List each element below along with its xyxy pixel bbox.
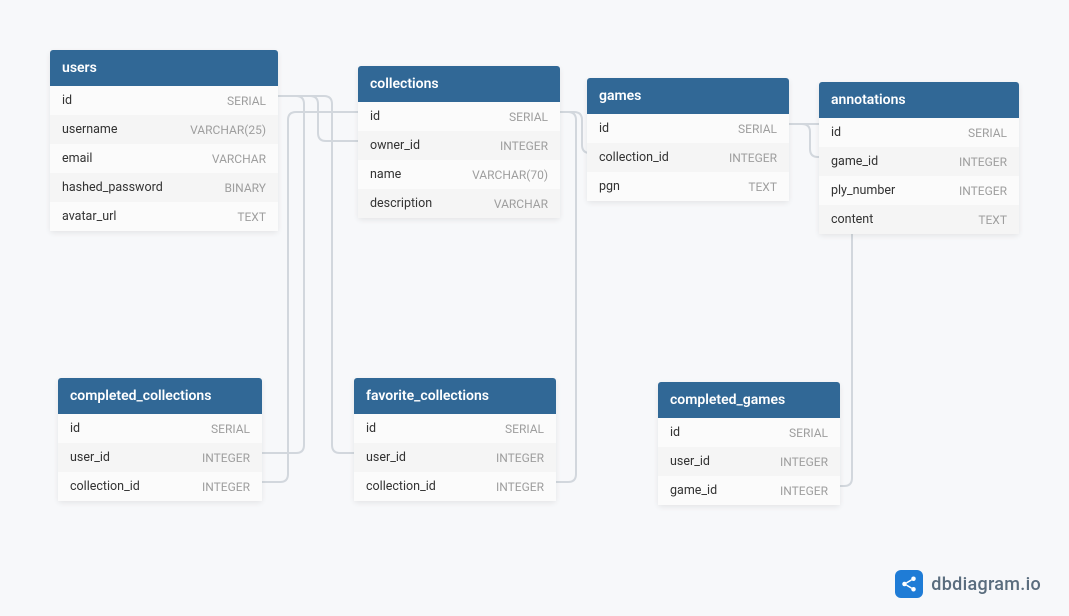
- field-name: id: [670, 425, 680, 440]
- table-row: email VARCHAR: [50, 144, 278, 173]
- field-type: SERIAL: [509, 110, 548, 124]
- field-type: INTEGER: [959, 184, 1007, 198]
- field-name: id: [70, 421, 80, 436]
- field-name: collection_id: [366, 479, 436, 494]
- field-name: pgn: [599, 179, 620, 194]
- field-type: INTEGER: [780, 484, 828, 498]
- table-row: id SERIAL: [354, 414, 556, 443]
- field-type: SERIAL: [968, 126, 1007, 140]
- table-row: id SERIAL: [587, 114, 789, 143]
- field-name: avatar_url: [62, 209, 116, 224]
- table-annotations[interactable]: annotations id SERIAL game_id INTEGER ply_…: [819, 82, 1019, 234]
- field-name: name: [370, 167, 401, 182]
- field-name: owner_id: [370, 138, 420, 153]
- field-type: SERIAL: [211, 422, 250, 436]
- share-icon: [895, 570, 923, 598]
- table-completed-collections-header: completed_collections: [58, 378, 262, 414]
- field-name: game_id: [831, 154, 878, 169]
- field-name: id: [62, 93, 72, 108]
- table-row: id SERIAL: [358, 102, 560, 131]
- table-row: collection_id INTEGER: [354, 472, 556, 501]
- table-users-header: users: [50, 50, 278, 86]
- field-name: user_id: [70, 450, 110, 465]
- field-name: game_id: [670, 483, 717, 498]
- field-name: collection_id: [599, 150, 669, 165]
- field-type: INTEGER: [959, 155, 1007, 169]
- table-completed-games[interactable]: completed_games idSERIAL user_idINTEGER …: [658, 382, 840, 505]
- field-type: SERIAL: [505, 422, 544, 436]
- field-name: content: [831, 212, 873, 227]
- field-name: user_id: [366, 450, 406, 465]
- field-type: INTEGER: [780, 455, 828, 469]
- field-name: ply_number: [831, 183, 895, 198]
- field-type: INTEGER: [496, 480, 544, 494]
- watermark: dbdiagram.io: [895, 570, 1041, 598]
- field-type: INTEGER: [729, 151, 777, 165]
- table-row: user_id INTEGER: [58, 443, 262, 472]
- table-row: avatar_url TEXT: [50, 202, 278, 231]
- field-type: SERIAL: [227, 94, 266, 108]
- field-type: INTEGER: [500, 139, 548, 153]
- field-type: INTEGER: [202, 451, 250, 465]
- table-row: user_id INTEGER: [354, 443, 556, 472]
- field-name: user_id: [670, 454, 710, 469]
- table-row: content TEXT: [819, 205, 1019, 234]
- table-row: game_id INTEGER: [819, 147, 1019, 176]
- table-row: collection_id INTEGER: [587, 143, 789, 172]
- field-type: TEXT: [978, 213, 1007, 227]
- table-row: username VARCHAR(25): [50, 115, 278, 144]
- table-completed-collections[interactable]: completed_collections id SERIAL user_id IN…: [58, 378, 262, 501]
- table-row: hashed_password BINARY: [50, 173, 278, 202]
- table-row: pgn TEXT: [587, 172, 789, 201]
- table-games-header: games: [587, 78, 789, 114]
- table-row: description VARCHAR: [358, 189, 560, 218]
- field-name: email: [62, 151, 92, 166]
- table-favorite-collections[interactable]: favorite_collections id SERIAL user_id INT…: [354, 378, 556, 501]
- table-row: game_id INTEGER: [658, 476, 840, 505]
- watermark-text: dbdiagram.io: [931, 574, 1041, 595]
- field-type: INTEGER: [496, 451, 544, 465]
- field-type: TEXT: [748, 180, 777, 194]
- table-row: id SERIAL: [58, 414, 262, 443]
- table-users[interactable]: users id SERIAL username VARCHAR(25) email…: [50, 50, 278, 231]
- field-name: collection_id: [70, 479, 140, 494]
- field-type: BINARY: [224, 181, 266, 195]
- field-name: description: [370, 196, 432, 211]
- table-row: id SERIAL: [819, 118, 1019, 147]
- field-type: VARCHAR(25): [190, 123, 266, 137]
- table-row: id SERIAL: [658, 418, 840, 447]
- table-completed-games-header: completed_games: [658, 382, 840, 418]
- field-name: username: [62, 122, 118, 137]
- table-collections-header: collections: [358, 66, 560, 102]
- table-row: user_id INTEGER: [658, 447, 840, 476]
- field-type: VARCHAR(70): [472, 168, 548, 182]
- field-name: id: [831, 125, 841, 140]
- field-type: TEXT: [237, 210, 266, 224]
- field-name: hashed_password: [62, 180, 163, 195]
- table-row: owner_id INTEGER: [358, 131, 560, 160]
- field-name: id: [370, 109, 380, 124]
- table-row: id SERIAL: [50, 86, 278, 115]
- table-row: collection_id INTEGER: [58, 472, 262, 501]
- field-name: id: [366, 421, 376, 436]
- table-row: name VARCHAR(70): [358, 160, 560, 189]
- table-row: ply_number INTEGER: [819, 176, 1019, 205]
- table-collections[interactable]: collections id SERIAL owner_id INTEGER nam…: [358, 66, 560, 218]
- field-type: VARCHAR: [212, 152, 266, 166]
- table-annotations-header: annotations: [819, 82, 1019, 118]
- field-type: SERIAL: [738, 122, 777, 136]
- table-favorite-collections-header: favorite_collections: [354, 378, 556, 414]
- field-type: VARCHAR: [494, 197, 548, 211]
- field-name: id: [599, 121, 609, 136]
- table-games[interactable]: games id SERIAL collection_id INTEGER pgn T…: [587, 78, 789, 201]
- field-type: INTEGER: [202, 480, 250, 494]
- field-type: SERIAL: [789, 426, 828, 440]
